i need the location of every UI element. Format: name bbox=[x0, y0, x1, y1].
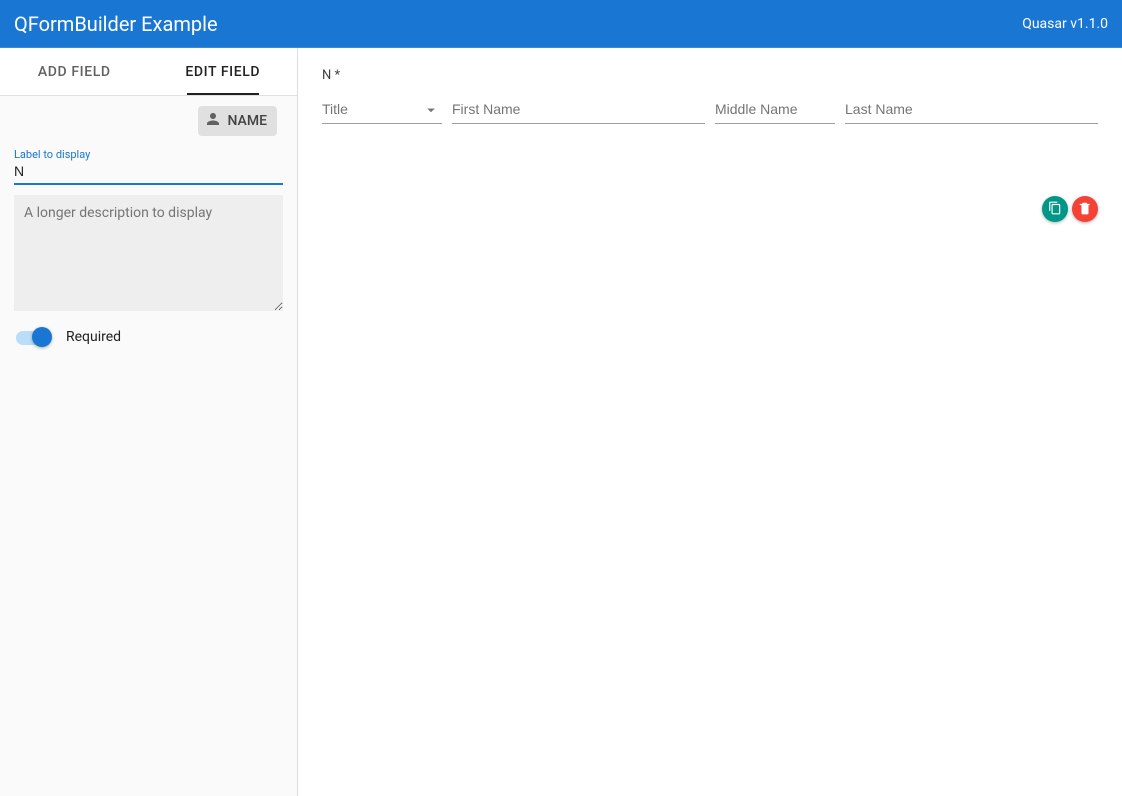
delete-button[interactable] bbox=[1072, 196, 1098, 222]
required-toggle[interactable] bbox=[16, 327, 52, 347]
middle-name-field bbox=[715, 97, 835, 124]
tab-add-field-label: ADD FIELD bbox=[38, 64, 111, 80]
preview-field-label: N * bbox=[322, 68, 1098, 83]
chip-row: NAME bbox=[14, 106, 283, 136]
preview-panel: N * bbox=[298, 48, 1122, 796]
app-version: Quasar v1.1.0 bbox=[1022, 16, 1108, 32]
last-name-field bbox=[845, 97, 1098, 124]
description-textarea[interactable] bbox=[14, 195, 283, 311]
chip-label: NAME bbox=[228, 113, 268, 129]
first-name-input[interactable] bbox=[452, 97, 705, 124]
sidebar-body: NAME Label to display Required bbox=[0, 96, 297, 796]
title-select[interactable] bbox=[322, 97, 442, 124]
tab-add-field[interactable]: ADD FIELD bbox=[0, 48, 149, 95]
main-layout: ADD FIELD EDIT FIELD NAME Label to displ… bbox=[0, 48, 1122, 796]
sidebar-tabs: ADD FIELD EDIT FIELD bbox=[0, 48, 297, 96]
required-toggle-label: Required bbox=[66, 329, 121, 345]
preview-actions bbox=[1042, 196, 1098, 222]
tab-edit-field-label: EDIT FIELD bbox=[185, 64, 260, 80]
name-field-row bbox=[322, 97, 1098, 124]
toggle-thumb bbox=[32, 327, 52, 347]
last-name-input[interactable] bbox=[845, 97, 1098, 124]
middle-name-input[interactable] bbox=[715, 97, 835, 124]
person-icon bbox=[204, 110, 222, 132]
copy-button[interactable] bbox=[1042, 196, 1068, 222]
required-toggle-row: Required bbox=[14, 321, 283, 353]
app-header: QFormBuilder Example Quasar v1.1.0 bbox=[0, 0, 1122, 48]
app-title: QFormBuilder Example bbox=[14, 12, 218, 36]
sidebar: ADD FIELD EDIT FIELD NAME Label to displ… bbox=[0, 48, 298, 796]
delete-icon bbox=[1078, 200, 1092, 219]
tab-edit-field[interactable]: EDIT FIELD bbox=[149, 48, 298, 95]
first-name-field bbox=[452, 97, 705, 124]
copy-icon bbox=[1048, 200, 1062, 219]
label-field-group: Label to display bbox=[14, 146, 283, 185]
title-field bbox=[322, 97, 442, 124]
label-input[interactable] bbox=[14, 161, 283, 185]
field-type-chip[interactable]: NAME bbox=[198, 106, 278, 136]
label-field-caption: Label to display bbox=[14, 146, 283, 161]
